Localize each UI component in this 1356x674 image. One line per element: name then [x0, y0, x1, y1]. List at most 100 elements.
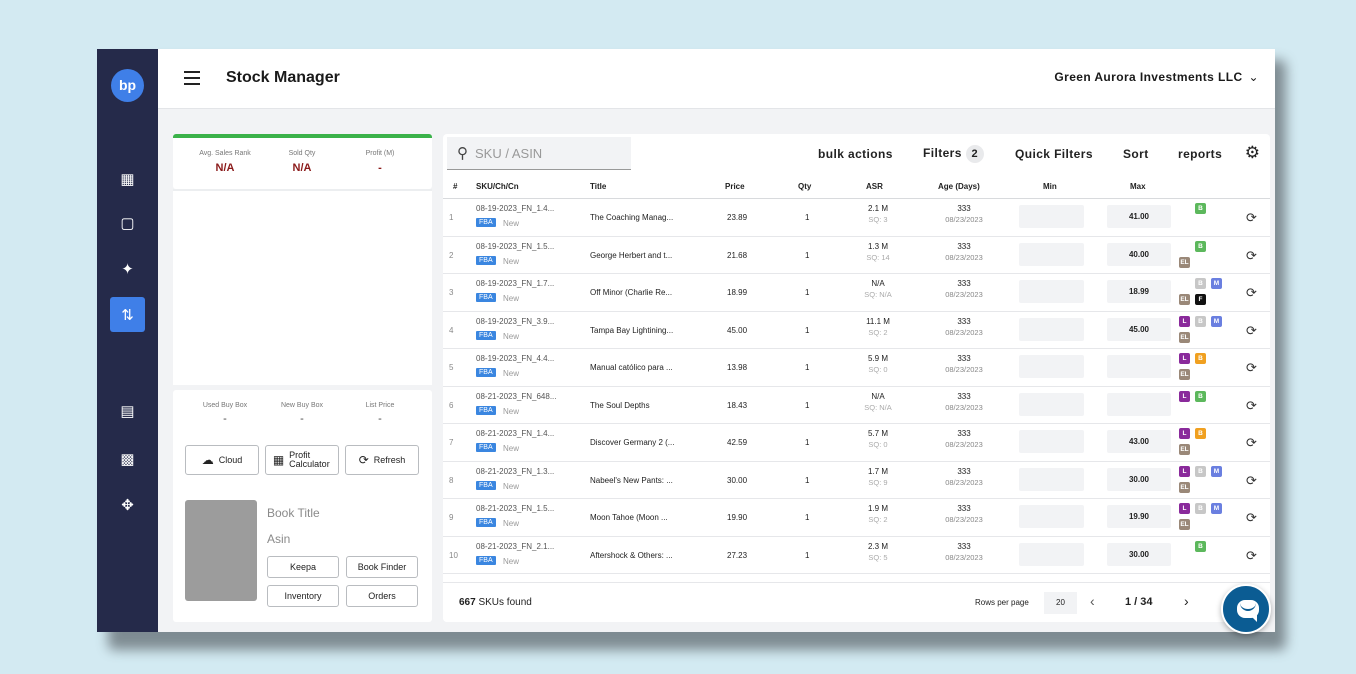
search-input[interactable]: ⚲ SKU / ASIN — [447, 137, 631, 170]
min-price-input[interactable] — [1019, 280, 1084, 303]
table-row[interactable]: 3 08-19-2023_FN_1.7... FBA New Off Minor (Ch… — [443, 274, 1270, 312]
condition-label: New — [503, 481, 520, 491]
row-sku[interactable]: 08-21-2023_FN_1.5... — [476, 504, 554, 513]
row-number: 8 — [449, 475, 454, 485]
row-title[interactable]: Aftershock & Others: ... — [590, 551, 673, 560]
profit-calculator-button[interactable]: ▦ Profit Calculator — [265, 445, 339, 475]
rows-per-page-select[interactable]: 20 — [1044, 592, 1077, 614]
company-selector[interactable]: Green Aurora Investments LLC ⌄ — [1054, 70, 1259, 84]
row-sku[interactable]: 08-19-2023_FN_1.7... — [476, 279, 554, 288]
row-sku[interactable]: 08-21-2023_FN_2.1... — [476, 542, 554, 551]
reports-button[interactable]: reports — [1178, 147, 1222, 161]
next-page-icon[interactable]: › — [1184, 593, 1189, 609]
max-price-input[interactable]: 43.00 — [1107, 430, 1171, 453]
sort-button[interactable]: Sort — [1123, 147, 1149, 161]
menu-icon[interactable] — [184, 71, 200, 89]
row-sku[interactable]: 08-19-2023_FN_1.5... — [476, 242, 554, 251]
bulk-actions-button[interactable]: bulk actions — [818, 147, 893, 161]
table-row[interactable]: 5 08-19-2023_FN_4.4... FBA New Manual católi… — [443, 349, 1270, 387]
gear-icon[interactable]: ⚙ — [1245, 143, 1260, 163]
row-refresh-icon[interactable]: ⟳ — [1246, 548, 1257, 564]
table-row[interactable]: 9 08-21-2023_FN_1.5... FBA New Moon Tahoe (M… — [443, 499, 1270, 537]
row-title[interactable]: The Coaching Manag... — [590, 213, 673, 222]
min-price-input[interactable] — [1019, 317, 1084, 341]
table-row[interactable]: 4 08-19-2023_FN_3.9... FBA New Tampa Bay Lig… — [443, 312, 1270, 349]
row-title[interactable]: Nabeel's New Pants: ... — [590, 476, 673, 485]
row-refresh-icon[interactable]: ⟳ — [1246, 435, 1257, 451]
inventory-button[interactable]: Inventory — [267, 585, 339, 607]
row-refresh-icon[interactable]: ⟳ — [1246, 398, 1257, 414]
age-date: 08/23/2023 — [945, 215, 983, 224]
max-price-input[interactable] — [1107, 355, 1171, 378]
min-price-input[interactable] — [1019, 505, 1084, 528]
row-sku[interactable]: 08-21-2023_FN_648... — [476, 392, 557, 401]
box-icon[interactable]: ▢ — [110, 205, 145, 240]
max-price-input[interactable]: 18.99 — [1107, 280, 1171, 303]
col-asr[interactable]: ASR — [866, 182, 883, 191]
row-sku[interactable]: 08-21-2023_FN_1.3... — [476, 467, 554, 476]
row-refresh-icon[interactable]: ⟳ — [1246, 510, 1257, 526]
brand-logo[interactable]: bp — [111, 69, 144, 102]
chat-support-icon[interactable] — [1221, 584, 1271, 634]
quick-filters-button[interactable]: Quick Filters — [1015, 147, 1093, 161]
row-title[interactable]: Manual católico para ... — [590, 363, 673, 372]
keepa-button[interactable]: Keepa — [267, 556, 339, 578]
min-price-input[interactable] — [1019, 430, 1084, 453]
row-qty: 1 — [805, 513, 810, 522]
row-sku[interactable]: 08-19-2023_FN_1.4... — [476, 204, 554, 213]
table-row[interactable]: 7 08-21-2023_FN_1.4... FBA New Discover Germ… — [443, 424, 1270, 462]
book-finder-button[interactable]: Book Finder — [346, 556, 418, 578]
max-price-input[interactable]: 41.00 — [1107, 205, 1171, 228]
sort-icon[interactable]: ⇅ — [110, 297, 145, 332]
table-row[interactable]: 1 08-19-2023_FN_1.4... FBA New The Coaching … — [443, 199, 1270, 237]
row-title[interactable]: George Herbert and t... — [590, 251, 672, 260]
col-sku[interactable]: SKU/Ch/Cn — [476, 182, 519, 191]
row-qty: 1 — [805, 288, 810, 297]
min-price-input[interactable] — [1019, 355, 1084, 378]
magic-wand-icon[interactable]: ✦ — [110, 251, 145, 286]
max-price-input[interactable]: 19.90 — [1107, 505, 1171, 528]
col-price[interactable]: Price — [725, 182, 745, 191]
refresh-button[interactable]: ⟳ Refresh — [345, 445, 419, 475]
receipt-icon[interactable]: ▤ — [110, 393, 145, 428]
col-title[interactable]: Title — [590, 182, 606, 191]
row-title[interactable]: Moon Tahoe (Moon ... — [590, 513, 668, 522]
row-sku[interactable]: 08-19-2023_FN_3.9... — [476, 317, 554, 326]
prev-page-icon[interactable]: ‹ — [1090, 593, 1095, 609]
row-title[interactable]: The Soul Depths — [590, 401, 650, 410]
row-sku[interactable]: 08-19-2023_FN_4.4... — [476, 354, 554, 363]
max-price-input[interactable]: 30.00 — [1107, 542, 1171, 566]
max-price-input[interactable]: 40.00 — [1107, 242, 1171, 266]
filters-button[interactable]: Filters 2 — [923, 145, 984, 163]
min-price-input[interactable] — [1019, 542, 1084, 566]
row-title[interactable]: Discover Germany 2 (... — [590, 438, 674, 447]
orders-button[interactable]: Orders — [346, 585, 418, 607]
money-icon[interactable]: ▩ — [110, 441, 145, 476]
row-refresh-icon[interactable]: ⟳ — [1246, 360, 1257, 376]
col-qty[interactable]: Qty — [798, 182, 811, 191]
row-refresh-icon[interactable]: ⟳ — [1246, 323, 1257, 339]
row-title[interactable]: Tampa Bay Lightining... — [590, 326, 673, 335]
row-refresh-icon[interactable]: ⟳ — [1246, 248, 1257, 264]
table-row[interactable]: 6 08-21-2023_FN_648... FBA New The Soul Dept… — [443, 387, 1270, 424]
min-price-input[interactable] — [1019, 205, 1084, 228]
row-refresh-icon[interactable]: ⟳ — [1246, 473, 1257, 489]
max-price-input[interactable]: 30.00 — [1107, 467, 1171, 491]
max-price-input[interactable] — [1107, 392, 1171, 416]
row-refresh-icon[interactable]: ⟳ — [1246, 210, 1257, 226]
table-row[interactable]: 10 08-21-2023_FN_2.1... FBA New Aftershock &… — [443, 537, 1270, 574]
row-sku[interactable]: 08-21-2023_FN_1.4... — [476, 429, 554, 438]
max-price-input[interactable]: 45.00 — [1107, 317, 1171, 341]
table-row[interactable]: 2 08-19-2023_FN_1.5... FBA New George Herber… — [443, 237, 1270, 274]
min-price-input[interactable] — [1019, 467, 1084, 491]
age-days: 333 — [957, 316, 971, 326]
table-row[interactable]: 8 08-21-2023_FN_1.3... FBA New Nabeel's New … — [443, 462, 1270, 499]
row-refresh-icon[interactable]: ⟳ — [1246, 285, 1257, 301]
min-price-input[interactable] — [1019, 392, 1084, 416]
row-title[interactable]: Off Minor (Charlie Re... — [590, 288, 672, 297]
cloud-button[interactable]: ☁ Cloud — [185, 445, 259, 475]
dashboard-icon[interactable]: ▦ — [110, 161, 145, 196]
move-icon[interactable]: ✥ — [110, 487, 145, 522]
min-price-input[interactable] — [1019, 242, 1084, 266]
col-age[interactable]: Age (Days) — [938, 182, 980, 191]
